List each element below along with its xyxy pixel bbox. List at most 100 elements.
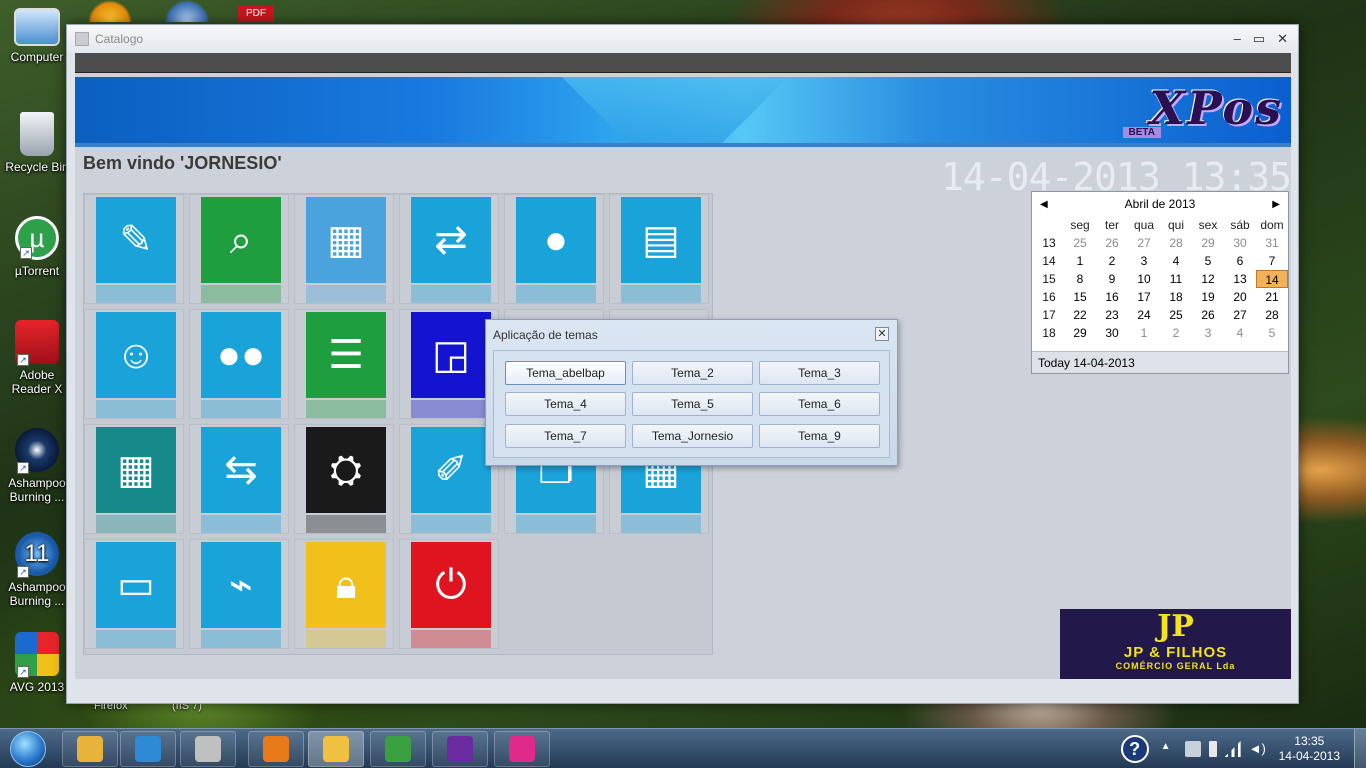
tile-transfer[interactable]: ⇆ <box>189 424 289 534</box>
theme-button-jornesio[interactable]: Tema_Jornesio <box>632 424 753 448</box>
desktop-icon-adobe-reader[interactable]: ↗ Adobe Reader X <box>1 320 73 396</box>
calendar-day[interactable]: 2 <box>1160 324 1192 342</box>
tile-layout[interactable]: ◲ <box>399 309 499 419</box>
calendar-day[interactable]: 3 <box>1128 252 1160 270</box>
calendar-day[interactable]: 1 <box>1128 324 1160 342</box>
close-button[interactable]: ✕ <box>1277 31 1288 47</box>
tile-education[interactable]: ⛭ <box>294 424 394 534</box>
globe-icon[interactable] <box>164 0 210 22</box>
calendar-day[interactable]: 29 <box>1192 234 1224 252</box>
calendar-day[interactable]: 24 <box>1128 306 1160 324</box>
calendar-day[interactable]: 28 <box>1160 234 1192 252</box>
calendar-day[interactable]: 3 <box>1192 324 1224 342</box>
tile-calculator[interactable]: ▦ <box>294 194 394 304</box>
tile-lock[interactable]: 🔒︎ <box>294 539 394 649</box>
pdf-file-icon[interactable]: PDF <box>238 6 274 22</box>
calendar-day[interactable]: 4 <box>1160 252 1192 270</box>
calendar-day[interactable]: 2 <box>1096 252 1128 270</box>
taskbar-clock[interactable]: 13:35 14-04-2013 <box>1279 734 1340 764</box>
tile-users[interactable]: ●● <box>189 309 289 419</box>
volume-icon[interactable]: ◄) <box>1249 741 1266 757</box>
calendar-day[interactable]: 5 <box>1256 324 1288 342</box>
theme-button-5[interactable]: Tema_5 <box>632 392 753 416</box>
taskbar-button-catalogo-app[interactable] <box>308 731 364 767</box>
calendar-day[interactable]: 18 <box>1160 288 1192 306</box>
taskbar-button-firefox[interactable] <box>248 731 304 767</box>
calendar-day[interactable]: 25 <box>1064 234 1096 252</box>
tile-computer[interactable]: ▭ <box>84 539 184 649</box>
calendar-day-selected[interactable]: 14 <box>1256 270 1288 288</box>
calendar-day[interactable]: 20 <box>1224 288 1256 306</box>
calendar-day[interactable]: 25 <box>1160 306 1192 324</box>
tile-usb[interactable]: ⌁ <box>189 539 289 649</box>
maximize-button[interactable]: ▭ <box>1253 31 1265 47</box>
calendar-day[interactable]: 11 <box>1160 270 1192 288</box>
calendar-day[interactable]: 26 <box>1192 306 1224 324</box>
calendar-day[interactable]: 19 <box>1192 288 1224 306</box>
taskbar-button-pink-app[interactable] <box>494 731 550 767</box>
theme-button-6[interactable]: Tema_6 <box>759 392 880 416</box>
taskbar-button-explorer[interactable] <box>62 731 118 767</box>
calendar-day[interactable]: 28 <box>1256 306 1288 324</box>
calendar-day[interactable]: 27 <box>1224 306 1256 324</box>
tile-document[interactable]: ▤ <box>609 194 709 304</box>
desktop-icon-ashampoo-11[interactable]: 11 ↗ Ashampoo Burning ... <box>1 532 73 608</box>
tile-power[interactable]: ⏻ <box>399 539 499 649</box>
taskbar-button-visual-studio[interactable] <box>432 731 488 767</box>
next-month-button[interactable]: ▶ <box>1272 199 1280 210</box>
theme-dialog-close-button[interactable]: ✕ <box>875 327 889 341</box>
calendar-day[interactable]: 9 <box>1096 270 1128 288</box>
calendar-day[interactable]: 26 <box>1096 234 1128 252</box>
calendar-day[interactable]: 12 <box>1192 270 1224 288</box>
calendar-day[interactable]: 29 <box>1064 324 1096 342</box>
calendar-day[interactable]: 13 <box>1224 270 1256 288</box>
desktop-icon-ashampoo-compact[interactable]: ↗ Ashampoo Burning ... <box>1 428 73 504</box>
taskbar-button-tools[interactable] <box>180 731 236 767</box>
tile-themes[interactable]: ✐ <box>399 424 499 534</box>
window-titlebar[interactable]: Catalogo – ▭ ✕ <box>67 25 1298 53</box>
theme-button-7[interactable]: Tema_7 <box>505 424 626 448</box>
taskbar-button-media-player[interactable] <box>120 731 176 767</box>
theme-button-4[interactable]: Tema_4 <box>505 392 626 416</box>
calendar-day[interactable]: 21 <box>1256 288 1288 306</box>
help-icon[interactable]: ? <box>1120 735 1149 763</box>
calendar-day[interactable]: 23 <box>1096 306 1128 324</box>
theme-button-3[interactable]: Tema_3 <box>759 361 880 385</box>
desktop-icon-computer[interactable]: Computer <box>1 8 73 64</box>
tile-message[interactable]: ☰ <box>294 309 394 419</box>
calendar-day[interactable]: 30 <box>1096 324 1128 342</box>
signal-icon[interactable] <box>1224 741 1241 757</box>
theme-button-abelbap[interactable]: Tema_abelbap <box>505 361 626 385</box>
calendar-day[interactable]: 22 <box>1064 306 1096 324</box>
calendar-day[interactable]: 30 <box>1224 234 1256 252</box>
calendar-day[interactable]: 31 <box>1256 234 1288 252</box>
calendar-day[interactable]: 27 <box>1128 234 1160 252</box>
desktop-icon-avg[interactable]: ↗ AVG 2013 <box>1 632 73 694</box>
tile-chat[interactable]: ☺ <box>84 309 184 419</box>
tile-swap[interactable]: ⇄ <box>399 194 499 304</box>
theme-button-2[interactable]: Tema_2 <box>632 361 753 385</box>
theme-button-9[interactable]: Tema_9 <box>759 424 880 448</box>
sun-icon[interactable] <box>88 0 132 22</box>
calendar-day[interactable]: 7 <box>1256 252 1288 270</box>
calendar-day[interactable]: 1 <box>1064 252 1096 270</box>
battery-icon[interactable] <box>1208 741 1217 757</box>
tile-edit[interactable]: ✎ <box>84 194 184 304</box>
calendar-day[interactable]: 16 <box>1096 288 1128 306</box>
calendar-day[interactable]: 10 <box>1128 270 1160 288</box>
calendar-day[interactable]: 5 <box>1192 252 1224 270</box>
taskbar-button-chrome[interactable] <box>370 731 426 767</box>
desktop-icon-recycle-bin[interactable]: Recycle Bin <box>1 112 73 174</box>
minimize-button[interactable]: – <box>1234 31 1241 47</box>
network-error-icon[interactable] <box>1184 741 1201 757</box>
calendar-day[interactable]: 4 <box>1224 324 1256 342</box>
tile-user[interactable]: ● <box>504 194 604 304</box>
start-button[interactable] <box>2 730 54 768</box>
calendar-day[interactable]: 15 <box>1064 288 1096 306</box>
show-desktop-button[interactable] <box>1354 729 1366 768</box>
calendar-today-link[interactable]: Today 14-04-2013 <box>1032 351 1288 373</box>
calendar-day[interactable]: 17 <box>1128 288 1160 306</box>
desktop-icon-utorrent[interactable]: µ ↗ µTorrent <box>1 216 73 278</box>
tile-search[interactable]: ⌕ <box>189 194 289 304</box>
prev-month-button[interactable]: ◀ <box>1040 199 1048 210</box>
